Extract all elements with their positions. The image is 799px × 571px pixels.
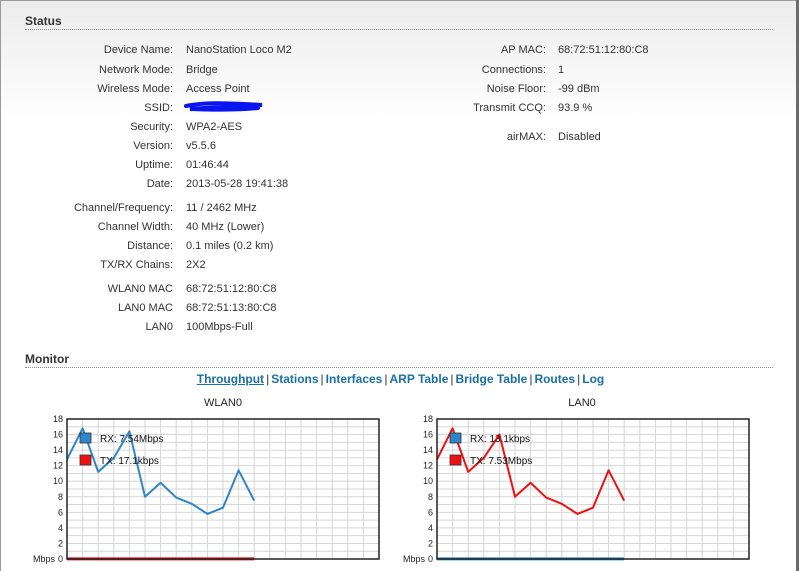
y-tick-label: 6 [58, 507, 63, 517]
legend-swatch [79, 454, 92, 466]
y-tick-label: 0 [58, 554, 63, 564]
tab-separator: | [266, 372, 270, 386]
legend-label: TX: 17.1kbps [100, 456, 159, 467]
right-field-label: Connections: [481, 64, 546, 76]
y-tick-label: 0 [428, 554, 433, 564]
left-field-label: Wireless Mode: [97, 83, 173, 95]
left-field-value: Bridge [186, 64, 218, 76]
left-field-label: LAN0 MAC [117, 302, 173, 314]
legend-label: TX: 7.53Mbps [470, 456, 532, 467]
left-field-label: Device Name: [103, 44, 173, 56]
status-section-title: Status [25, 14, 62, 28]
legend-label: RX: 13.1kbps [470, 434, 530, 445]
y-tick-label: 14 [423, 445, 433, 455]
right-field-label: airMAX: [506, 131, 546, 143]
left-field-label: TX/RX Chains: [100, 259, 173, 271]
left-field-value: WPA2-AES [186, 121, 243, 133]
chart-title-wlan0: WLAN0 [204, 397, 242, 409]
right-field-label: Transmit CCQ: [473, 102, 546, 114]
y-tick-label: 6 [428, 507, 433, 517]
y-tick-label: 16 [423, 430, 433, 440]
tab-separator: | [384, 372, 388, 386]
tab-bridge-table[interactable]: Bridge Table [456, 372, 528, 386]
left-field-value: 2X2 [186, 259, 206, 271]
legend-label: RX: 7.54Mbps [100, 434, 163, 445]
left-field-value: NanoStation Loco M2 [186, 44, 292, 56]
status-divider [25, 29, 773, 30]
y-tick-label: 4 [58, 523, 63, 533]
right-field-value: 1 [558, 64, 565, 76]
y-axis-unit-label: Mbps [33, 554, 56, 564]
legend-swatch [449, 432, 462, 444]
tab-separator: | [577, 372, 581, 386]
y-tick-label: 4 [428, 523, 433, 533]
y-tick-label: 12 [53, 461, 63, 471]
monitor-divider [25, 367, 773, 368]
y-tick-label: 18 [53, 414, 63, 424]
chart-title-lan0: LAN0 [568, 397, 596, 409]
monitor-tabs: Throughput | Stations | Interfaces | ARP Table… [1, 372, 799, 386]
left-field-label: WLAN0 MAC [107, 283, 173, 295]
right-field-value: 93.9 % [558, 102, 593, 114]
left-field-label: Channel Width: [97, 221, 173, 233]
wlan0-throughput-chart: 0 2 4 6 8 10 12 14 16 18 Mbps RX: 7.54Mbps TX: 17.1k… [33, 414, 380, 564]
y-tick-label: 12 [423, 461, 433, 471]
right-field-value: 68:72:51:12:80:C8 [558, 44, 649, 56]
left-field-value: 68:72:51:12:80:C8 [186, 283, 277, 295]
y-tick-label: 8 [428, 492, 433, 502]
lan0-throughput-chart: 0 2 4 6 8 10 12 14 16 18 Mbps RX: 13.1kbps TX: 7.53M… [403, 414, 750, 564]
left-field-label: Uptime: [135, 159, 173, 171]
monitor-section-title: Monitor [25, 352, 69, 366]
y-tick-label: 16 [53, 430, 63, 440]
left-field-value: 11 / 2462 MHz [186, 202, 257, 214]
ssid-redaction-scribble [184, 101, 263, 112]
y-tick-label: 10 [423, 476, 433, 486]
y-tick-label: 18 [423, 414, 433, 424]
left-field-label: Distance: [127, 240, 173, 252]
tab-separator: | [450, 372, 454, 386]
y-tick-label: 8 [58, 492, 63, 502]
y-axis-unit-label: Mbps [403, 554, 426, 564]
left-field-label: Version: [133, 140, 173, 152]
left-field-value: 2013-05-28 19:41:38 [186, 178, 289, 190]
y-tick-label: 2 [428, 538, 433, 548]
legend-swatch [79, 432, 92, 444]
left-field-label: Date: [146, 178, 173, 190]
tab-separator: | [529, 372, 533, 386]
y-tick-label: 2 [58, 538, 63, 548]
y-tick-label: 14 [53, 445, 63, 455]
tab-throughput[interactable]: Throughput [197, 372, 264, 386]
left-field-label: Network Mode: [99, 64, 173, 76]
tab-interfaces[interactable]: Interfaces [326, 372, 383, 386]
legend-swatch [449, 454, 462, 466]
right-field-value: -99 dBm [558, 83, 600, 95]
left-field-value: 68:72:51:13:80:C8 [186, 302, 277, 314]
tab-log[interactable]: Log [582, 372, 604, 386]
left-field-label: LAN0 [145, 321, 173, 333]
left-field-value: 0.1 miles (0.2 km) [186, 240, 274, 252]
tab-arp-table[interactable]: ARP Table [389, 372, 448, 386]
left-field-value: Access Point [186, 83, 250, 95]
left-field-value: 100Mbps-Full [186, 321, 253, 333]
tab-routes[interactable]: Routes [534, 372, 575, 386]
status-page: Status Device Name: NanoStation Loco M2 Ne… [0, 0, 799, 571]
left-field-value: v5.5.6 [186, 140, 216, 152]
right-field-label: Noise Floor: [486, 83, 546, 95]
left-field-label: Security: [130, 121, 173, 133]
right-field-label: AP MAC: [500, 44, 546, 56]
left-field-value: 40 MHz (Lower) [186, 221, 265, 233]
tab-stations[interactable]: Stations [271, 372, 318, 386]
left-field-value: 01:46:44 [186, 159, 229, 171]
left-field-label: Channel/Frequency: [73, 202, 173, 214]
tab-separator: | [320, 372, 324, 386]
right-field-value: Disabled [558, 131, 601, 143]
y-tick-label: 10 [53, 476, 63, 486]
left-field-label: SSID: [144, 102, 173, 114]
